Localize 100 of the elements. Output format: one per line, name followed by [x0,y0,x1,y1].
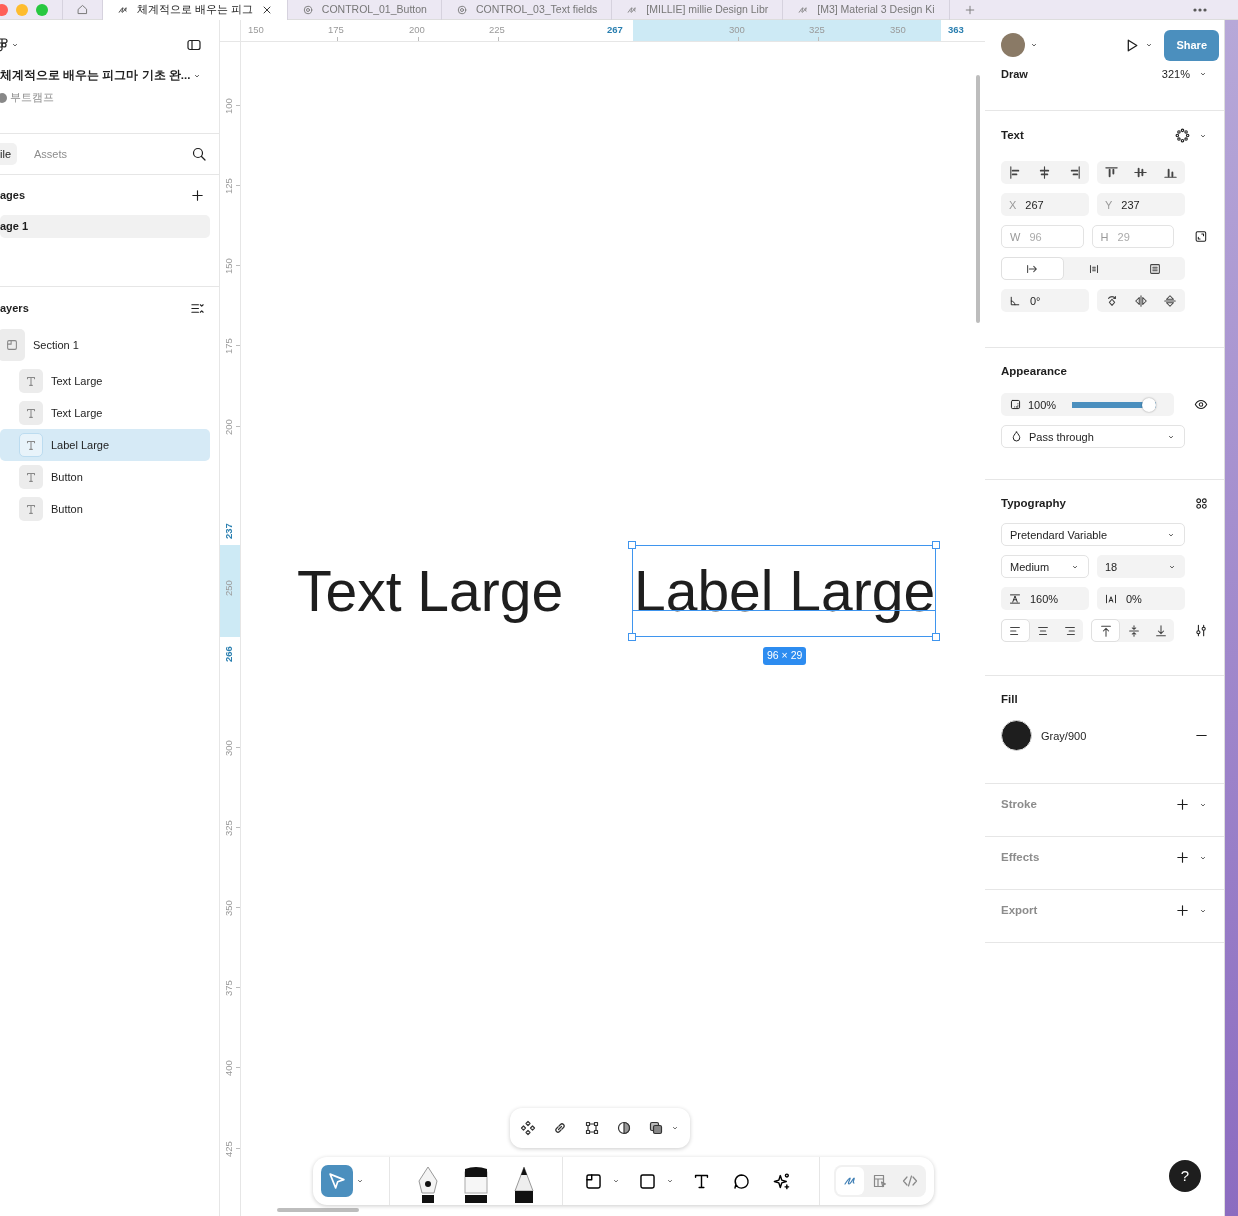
align-bottom-icon [1153,623,1168,638]
section-heading: Text [1001,128,1024,143]
resize-icon[interactable] [1194,229,1208,245]
brush-icon[interactable] [461,1165,491,1205]
home-icon [76,3,89,16]
font-family-select[interactable]: Pretendard Variable [1001,523,1185,547]
ruler-label: 300 [221,739,235,759]
ruler-label: 325 [809,23,825,37]
user-avatar[interactable] [1001,33,1025,58]
vertical-align-option[interactable] [1091,619,1121,643]
ruler-label: 125 [221,177,235,197]
ruler-label: 350 [221,899,235,919]
fill-name[interactable]: Gray/900 [1041,727,1087,744]
add-page-icon[interactable] [190,187,205,203]
flip-vertical-icon[interactable] [1163,293,1178,308]
page-item[interactable]: age 1 [0,215,210,238]
flip-horizontal-icon[interactable] [1134,293,1148,308]
text-layer-icon [19,401,43,425]
code-icon [902,1173,918,1189]
resize-handle[interactable] [932,541,941,549]
scrollbar[interactable] [976,75,980,323]
comment-icon [731,1171,751,1191]
x-field[interactable]: X 267 [1001,193,1089,217]
ruler-label: 375 [221,979,235,999]
ruler-label: 200 [221,418,235,438]
section-heading: Typography [1001,496,1066,511]
drop-icon [1010,430,1023,444]
panel-tab[interactable]: Assets [28,142,74,166]
layer-row[interactable]: Text Large [0,365,210,397]
letter-spacing-icon [1105,592,1117,605]
ruler-label: 400 [221,1059,235,1079]
resize-handle[interactable] [932,633,941,641]
layer-row[interactable]: Label Large [0,429,210,461]
help-button[interactable]: ? [1169,1160,1201,1192]
type-settings-icon[interactable] [1193,623,1208,639]
zoom-level[interactable]: 321% [1161,65,1190,82]
boolean-icon[interactable] [648,1120,664,1136]
color-swatch[interactable] [1001,720,1032,752]
align-middle-icon [1126,623,1141,638]
ruler-label: 237 [221,522,235,542]
file-name[interactable]: 체계적으로 배우는 피그마 기초 완... [0,67,191,85]
font-weight-select[interactable]: Medium [1001,555,1089,579]
add-icon[interactable] [1175,903,1190,919]
text-layer-icon [19,497,43,521]
frame-selection-icon[interactable] [584,1120,600,1136]
text-styles-icon[interactable] [1194,496,1209,512]
layer-row[interactable]: Section 1 [0,329,210,361]
resize-handle[interactable] [628,541,636,549]
panel-tab[interactable]: ile [0,142,17,166]
ruler-cursor-icon [872,1173,888,1189]
resize-handle[interactable] [628,633,636,641]
sparkle-icon [771,1171,791,1191]
blend-mode-select[interactable]: Pass through [1001,425,1185,449]
letter-spacing-field[interactable]: 0% [1097,587,1185,611]
browser-tab[interactable]: CONTROL_01_Button [286,0,441,20]
y-field[interactable]: Y 237 [1097,193,1185,217]
scrollbar[interactable] [277,1208,359,1212]
rotation-field[interactable]: 0° [1001,289,1089,313]
ruler-label: 250 [221,579,235,599]
text-layer-icon [19,465,43,489]
line-height-field[interactable]: 160% [1001,587,1089,611]
share-button[interactable]: Share [1164,30,1219,61]
search-icon[interactable] [191,146,207,162]
layer-row[interactable]: Text Large [0,397,210,429]
sidebar-toggle-icon[interactable] [186,37,202,53]
component-icon[interactable] [520,1120,536,1136]
ruler-label: 267 [607,23,623,37]
rectangle-icon [637,1171,657,1191]
browser-tab[interactable]: CONTROL_03_Text fields [440,0,612,20]
design-mode-tab[interactable] [836,1167,864,1195]
component-set-icon[interactable] [1175,128,1190,144]
ruler-label: 425 [221,1140,235,1160]
ruler-label: 175 [328,23,344,37]
ruler-label: 225 [489,23,505,37]
add-icon[interactable] [1175,797,1190,813]
link-icon[interactable] [552,1120,568,1136]
opacity-icon [1009,398,1022,412]
layer-row[interactable]: Button [0,461,210,493]
section-icon [0,329,25,361]
text-layer-icon [19,433,43,457]
opacity-field[interactable]: 100% [1001,393,1174,417]
section-heading: Fill [1001,692,1018,707]
ring-icon [301,3,314,16]
ruler-label: 325 [221,819,235,839]
angle-icon [1009,294,1021,307]
text-align-option[interactable] [1001,619,1030,643]
move-tool[interactable] [321,1165,353,1197]
layer-row[interactable]: Button [0,493,210,525]
browser-tab[interactable]: 체계적으로 배우는 피그 [102,0,287,20]
browser-tab[interactable]: [M3] Material 3 Design Ki [782,0,949,20]
frame-icon [583,1171,603,1191]
font-size-field[interactable]: 18 [1097,555,1185,579]
team-name: 부트캠프 [9,90,54,106]
ruler-label: 175 [221,337,235,357]
slider-thumb[interactable] [1142,397,1156,412]
mask-icon[interactable] [616,1120,632,1136]
text-box-icon [1147,261,1162,276]
add-icon[interactable] [1175,850,1190,866]
browser-tab[interactable]: [MILLIE] millie Design Libr [611,0,783,20]
align-top-icon [1098,623,1113,638]
